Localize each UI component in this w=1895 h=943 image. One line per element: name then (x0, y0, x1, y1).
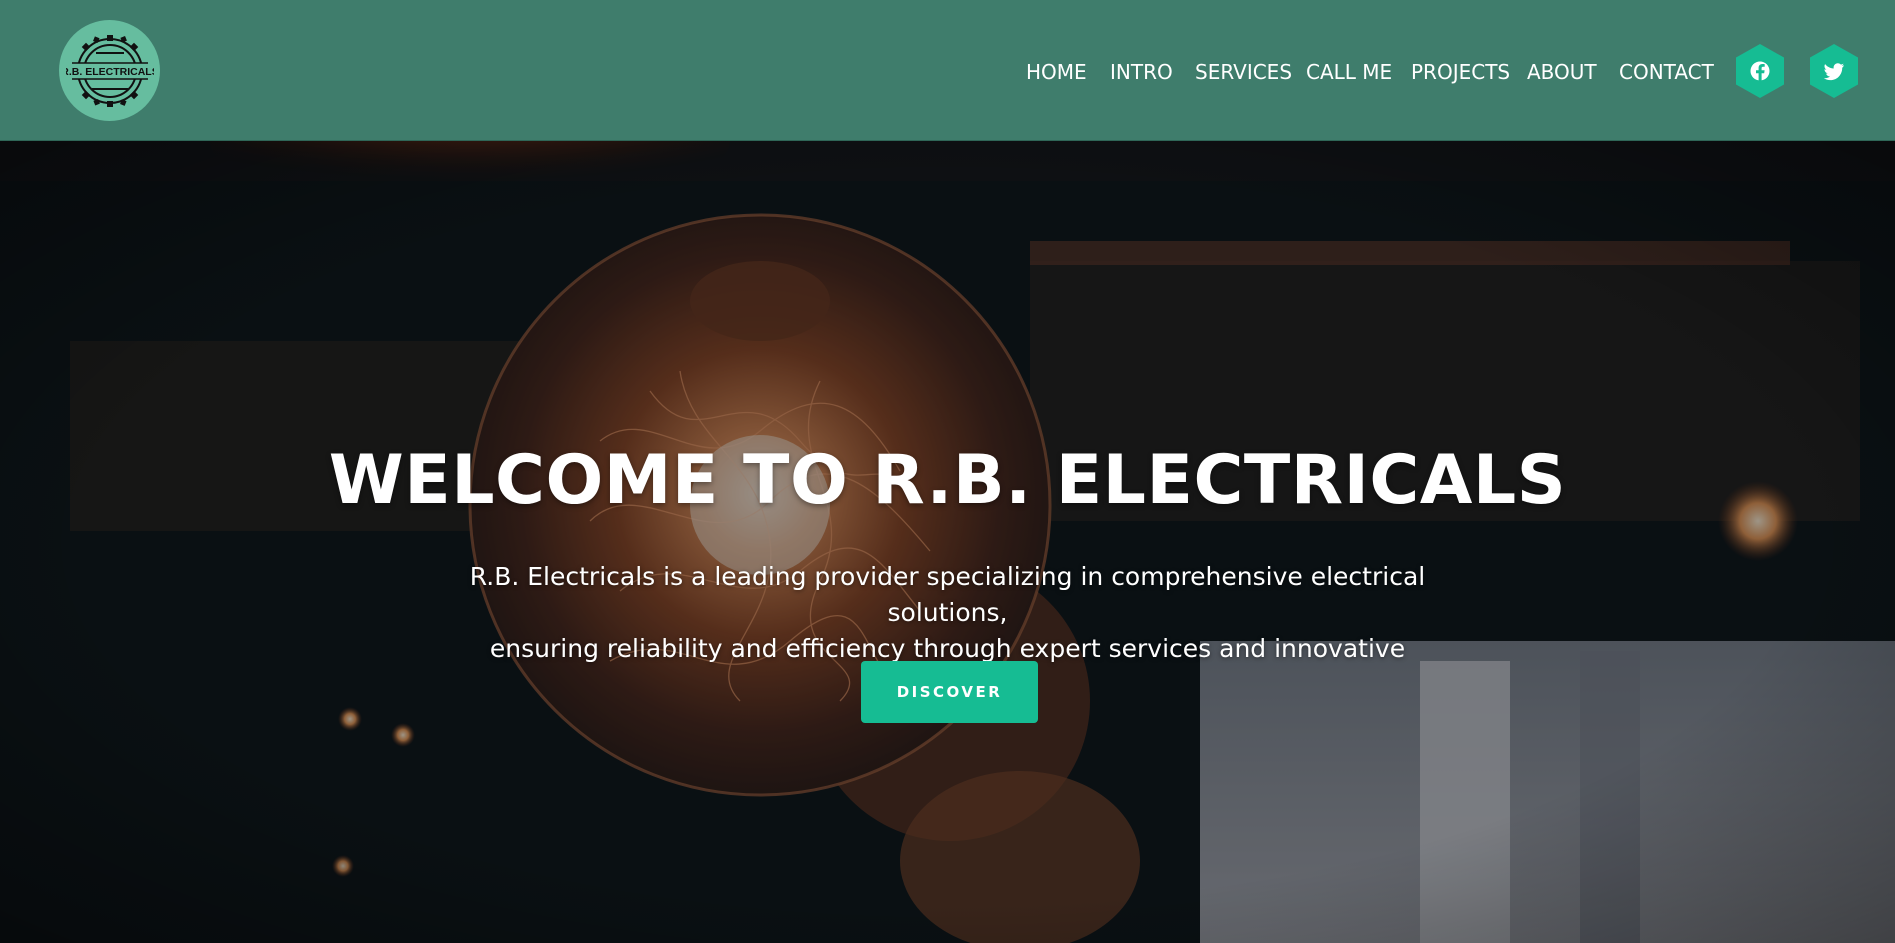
discover-button[interactable]: DISCOVER (861, 661, 1038, 723)
hero-description-line-1: R.B. Electricals is a leading provider s… (469, 562, 1426, 627)
nav-call-me[interactable]: CALL ME (1306, 56, 1392, 88)
gear-badge-logo-icon: R.B. ELECTRICALS (66, 34, 154, 107)
nav-home[interactable]: HOME (1026, 56, 1087, 88)
twitter-button[interactable] (1809, 43, 1859, 99)
nav-services[interactable]: SERVICES (1195, 56, 1292, 88)
site-header: R.B. ELECTRICALS HOME INTRO SERVICES CAL… (0, 0, 1895, 141)
nav-contact[interactable]: CONTACT (1619, 56, 1714, 88)
hero-title: WELCOME TO R.B. ELECTRICALS (328, 441, 1567, 520)
nav-projects[interactable]: PROJECTS (1411, 56, 1510, 88)
logo-text: R.B. ELECTRICALS (66, 66, 154, 78)
facebook-button[interactable] (1735, 43, 1785, 99)
facebook-icon (1736, 44, 1784, 98)
main-nav: HOME INTRO SERVICES CALL ME PROJECTS ABO… (1000, 56, 1735, 88)
twitter-icon (1810, 44, 1858, 98)
hero-section: WELCOME TO R.B. ELECTRICALS R.B. Electri… (0, 141, 1895, 943)
site-logo[interactable]: R.B. ELECTRICALS (59, 20, 160, 121)
nav-intro[interactable]: INTRO (1110, 56, 1173, 88)
hero-background-image (0, 141, 1895, 943)
nav-about[interactable]: ABOUT (1527, 56, 1597, 88)
